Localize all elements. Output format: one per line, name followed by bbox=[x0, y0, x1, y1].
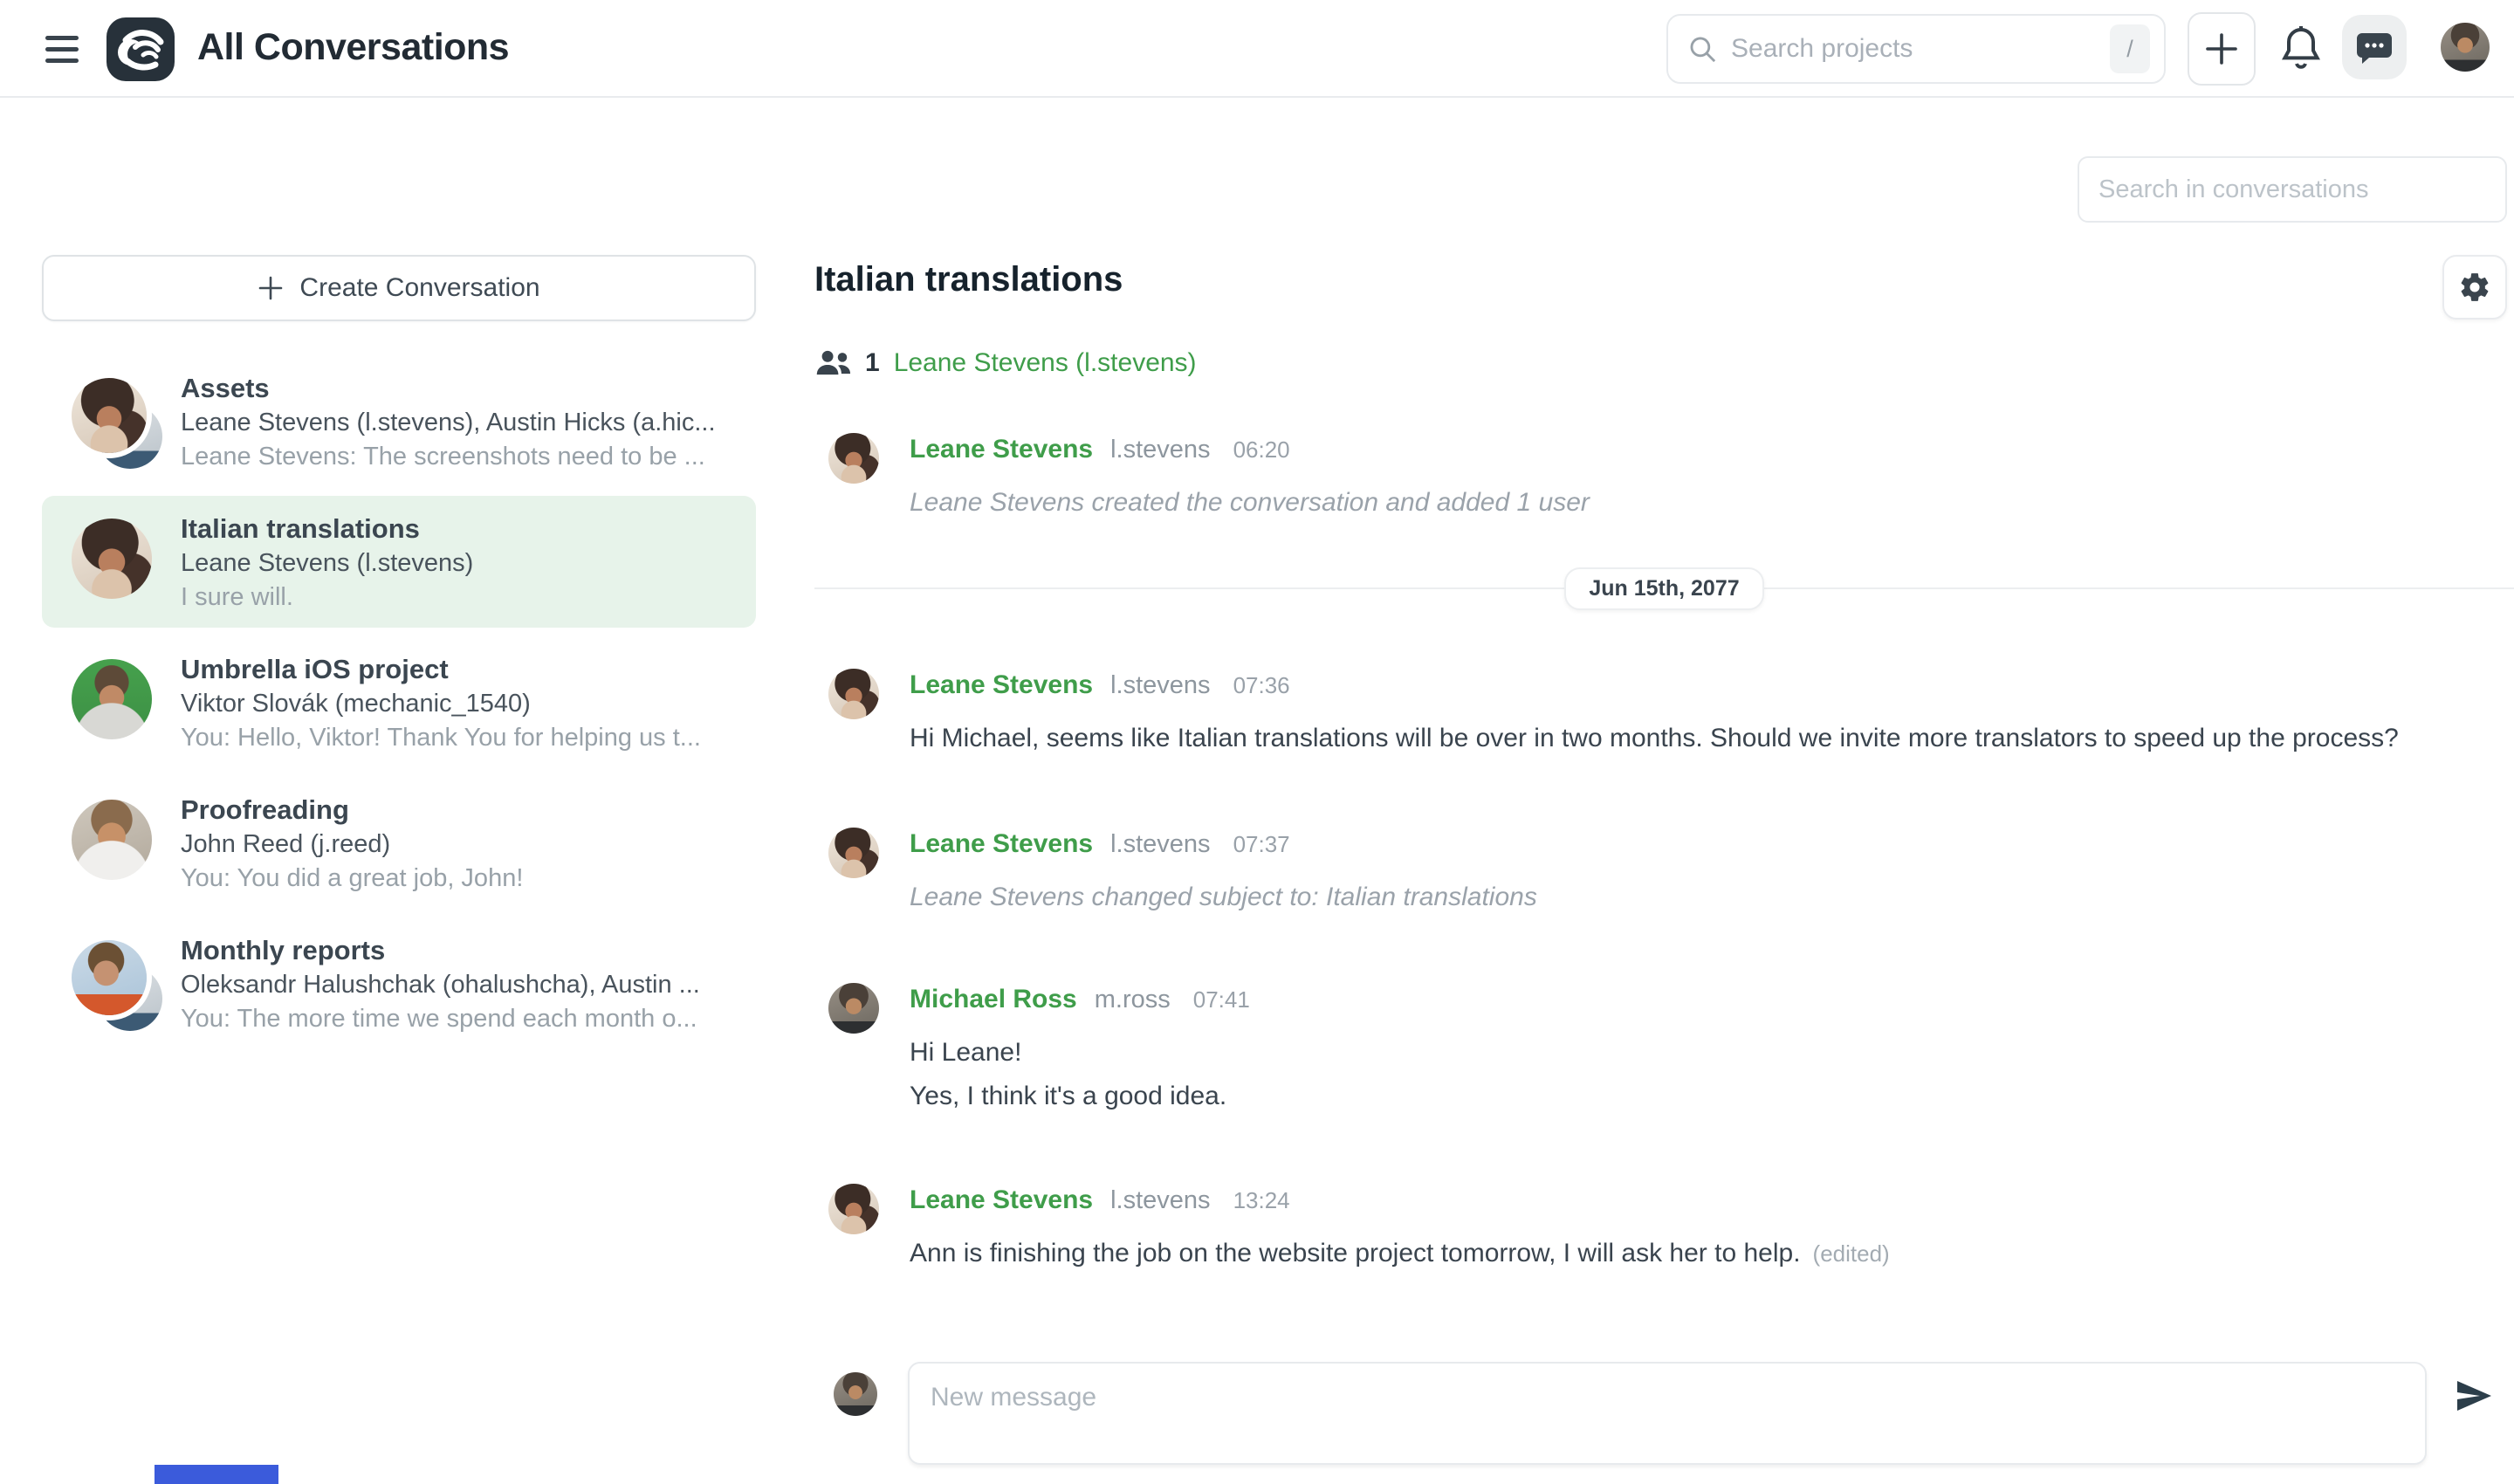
avatar bbox=[828, 1184, 879, 1234]
gear-icon bbox=[2458, 271, 2491, 304]
bell-icon bbox=[2280, 24, 2322, 73]
edited-label: (edited) bbox=[1813, 1240, 1890, 1267]
conversation-participants: Leane Stevens (l.stevens), Austin Hicks … bbox=[181, 406, 738, 440]
message: Leane Stevens l.stevens 07:36 Hi Michael… bbox=[828, 669, 2399, 756]
conversation-preview: You: The more time we spend each month o… bbox=[181, 1002, 738, 1036]
conversation-participants: John Reed (j.reed) bbox=[181, 828, 738, 862]
composer bbox=[908, 1362, 2427, 1465]
system-message-text: Leane Stevens created the conversation a… bbox=[910, 485, 1590, 520]
message-time: 07:36 bbox=[1233, 672, 1290, 699]
conversation-title: Umbrella iOS project bbox=[181, 652, 738, 687]
conversation-participants: Viktor Slovák (mechanic_1540) bbox=[181, 687, 738, 721]
conversations-button[interactable] bbox=[2342, 15, 2407, 79]
app-logo[interactable] bbox=[106, 17, 175, 81]
conversation-preview: I sure will. bbox=[181, 581, 738, 615]
message-username: m.ross bbox=[1095, 986, 1171, 1014]
conversation-item-monthly-reports[interactable]: Monthly reports Oleksandr Halushchak (oh… bbox=[42, 917, 756, 1049]
message-username: l.stevens bbox=[1110, 436, 1210, 464]
conversation-title: Italian translations bbox=[181, 512, 738, 546]
bottom-blue-artifact bbox=[155, 1465, 278, 1484]
conversation-preview: You: You did a great job, John! bbox=[181, 862, 738, 896]
menu-icon[interactable] bbox=[45, 30, 80, 68]
send-button[interactable] bbox=[2451, 1374, 2495, 1418]
avatar bbox=[828, 983, 879, 1034]
slash-shortcut-badge: / bbox=[2110, 24, 2150, 73]
avatar bbox=[828, 828, 879, 878]
date-divider: Jun 15th, 2077 bbox=[814, 567, 2514, 609]
new-message-input[interactable] bbox=[910, 1364, 2425, 1463]
send-icon bbox=[2452, 1375, 2494, 1417]
notifications-button[interactable] bbox=[2280, 24, 2322, 73]
conversation-item-umbrella-ios-project[interactable]: Umbrella iOS project Viktor Slovák (mech… bbox=[42, 636, 756, 768]
message-username: l.stevens bbox=[1110, 671, 1210, 700]
conversation-title: Assets bbox=[181, 371, 738, 406]
search-in-conversations-input[interactable] bbox=[2098, 175, 2486, 204]
plus-icon bbox=[258, 275, 284, 301]
conversation-settings-button[interactable] bbox=[2442, 255, 2507, 319]
message-time: 07:37 bbox=[1233, 831, 1290, 858]
conversation-participants: Oleksandr Halushchak (ohalushcha), Austi… bbox=[181, 968, 738, 1002]
people-icon bbox=[816, 349, 851, 377]
page-title: All Conversations bbox=[197, 26, 509, 69]
chat-bubble-icon bbox=[2355, 28, 2394, 66]
conversation-list: Assets Leane Stevens (l.stevens), Austin… bbox=[42, 355, 756, 1058]
message-sender[interactable]: Leane Stevens bbox=[910, 435, 1093, 464]
message: Leane Stevens l.stevens 07:37 Leane Stev… bbox=[828, 828, 1537, 915]
plus-icon bbox=[2204, 31, 2239, 66]
message-sender[interactable]: Michael Ross bbox=[910, 985, 1077, 1014]
message-sender[interactable]: Leane Stevens bbox=[910, 1185, 1093, 1215]
conversation-item-assets[interactable]: Assets Leane Stevens (l.stevens), Austin… bbox=[42, 355, 756, 487]
message: Leane Stevens l.stevens 06:20 Leane Stev… bbox=[828, 433, 1590, 520]
message-text: Yes, I think it's a good idea. bbox=[910, 1079, 1250, 1114]
conversation-title: Proofreading bbox=[181, 793, 738, 828]
conversation-preview: You: Hello, Viktor! Thank You for helpin… bbox=[181, 721, 738, 755]
message-text: Hi Leane! bbox=[910, 1035, 1250, 1070]
message: Leane Stevens l.stevens 13:24 Ann is fin… bbox=[828, 1184, 1890, 1271]
conversation-avatar bbox=[72, 519, 156, 603]
conversation-avatar bbox=[72, 940, 156, 1025]
user-avatar[interactable] bbox=[2441, 23, 2490, 72]
create-conversation-button[interactable]: Create Conversation bbox=[42, 255, 756, 321]
conversation-avatar bbox=[72, 800, 156, 884]
conversation-item-proofreading[interactable]: Proofreading John Reed (j.reed) You: You… bbox=[42, 777, 756, 909]
add-button[interactable] bbox=[2188, 12, 2256, 86]
chat-title: Italian translations bbox=[814, 260, 1123, 299]
conversation-avatar bbox=[72, 378, 156, 463]
conversation-avatar bbox=[72, 659, 156, 744]
message-sender[interactable]: Leane Stevens bbox=[910, 829, 1093, 859]
conversation-preview: Leane Stevens: The screenshots need to b… bbox=[181, 440, 738, 474]
composer-avatar bbox=[834, 1372, 877, 1416]
date-pill: Jun 15th, 2077 bbox=[1564, 567, 1763, 610]
conversation-title: Monthly reports bbox=[181, 933, 738, 968]
conversation-item-italian-translations[interactable]: Italian translations Leane Stevens (l.st… bbox=[42, 496, 756, 628]
message-username: l.stevens bbox=[1110, 1186, 1210, 1215]
message: Michael Ross m.ross 07:41 Hi Leane! Yes,… bbox=[828, 983, 1250, 1114]
avatar bbox=[828, 669, 879, 719]
app-header: All Conversations / bbox=[0, 0, 2514, 98]
message-sender[interactable]: Leane Stevens bbox=[910, 670, 1093, 700]
member-count: 1 bbox=[865, 348, 880, 378]
projects-search[interactable]: / bbox=[1666, 14, 2166, 84]
message-text: Ann is finishing the job on the website … bbox=[910, 1236, 1890, 1271]
chat-panel: Italian translations 1 Leane Stevens (l.… bbox=[814, 98, 2514, 1484]
search-projects-input[interactable] bbox=[1731, 34, 2110, 64]
conversation-search[interactable] bbox=[2078, 156, 2507, 223]
create-conversation-label: Create Conversation bbox=[299, 273, 539, 303]
message-time: 06:20 bbox=[1233, 436, 1290, 464]
participants-row: 1 Leane Stevens (l.stevens) bbox=[816, 348, 1197, 378]
avatar bbox=[828, 433, 879, 484]
message-time: 07:41 bbox=[1193, 986, 1250, 1013]
search-icon bbox=[1687, 34, 1717, 64]
member-link[interactable]: Leane Stevens (l.stevens) bbox=[894, 348, 1197, 378]
conversation-participants: Leane Stevens (l.stevens) bbox=[181, 546, 738, 581]
system-message-text: Leane Stevens changed subject to: Italia… bbox=[910, 880, 1537, 915]
message-time: 13:24 bbox=[1233, 1187, 1290, 1214]
message-username: l.stevens bbox=[1110, 830, 1210, 859]
message-text: Hi Michael, seems like Italian translati… bbox=[910, 721, 2399, 756]
